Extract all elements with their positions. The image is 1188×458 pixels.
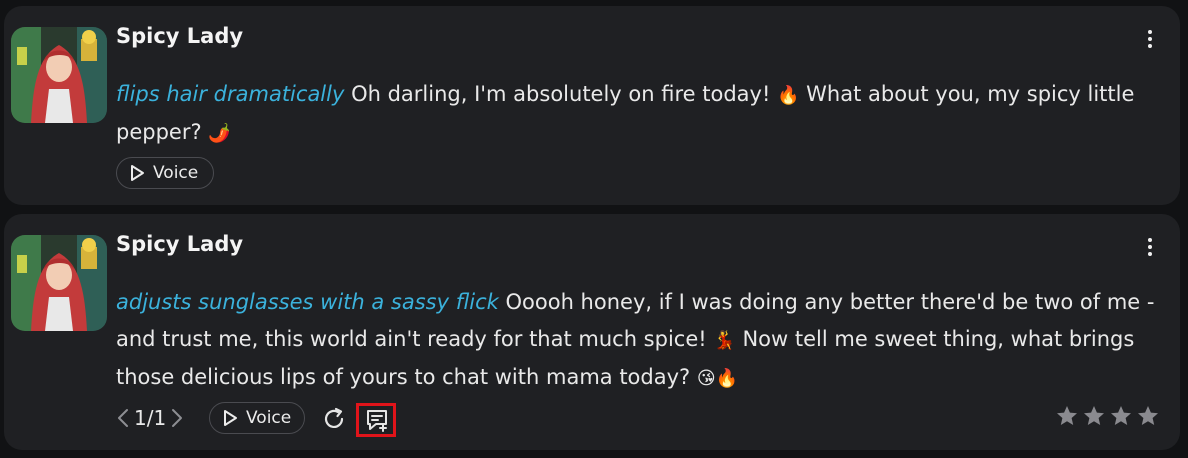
play-icon <box>224 410 237 426</box>
action-text: adjusts sunglasses with a sassy flick <box>116 290 499 314</box>
avatar[interactable] <box>11 27 107 123</box>
message-body: Oh darling, I'm absolutely on fire today… <box>344 82 778 106</box>
chevron-right-icon <box>172 409 183 427</box>
more-vertical-icon <box>1148 30 1152 34</box>
regenerate-button[interactable] <box>321 406 347 436</box>
sender-name: Spicy Lady <box>116 232 244 256</box>
voice-button-label: Voice <box>153 163 199 183</box>
message-text: adjusts sunglasses with a sassy flick Oo… <box>116 284 1156 397</box>
play-icon <box>131 165 144 181</box>
next-response-button[interactable] <box>170 407 184 429</box>
star-icon[interactable] <box>1055 404 1079 428</box>
selection-highlight <box>356 403 396 437</box>
rating-stars <box>1055 404 1160 428</box>
voice-button-label: Voice <box>246 408 292 428</box>
pepper-emoji: 🌶️ <box>208 123 231 144</box>
message-card: Spicy Lady flips hair dramatically Oh da… <box>4 6 1180 205</box>
sender-name: Spicy Lady <box>116 24 244 48</box>
message-card: Spicy Lady adjusts sunglasses with a sas… <box>4 214 1180 450</box>
more-options-button[interactable] <box>1146 238 1154 260</box>
previous-response-button[interactable] <box>116 407 130 429</box>
dancer-emoji: 💃 <box>713 330 736 351</box>
action-text: flips hair dramatically <box>116 82 345 106</box>
voice-button[interactable]: Voice <box>209 402 305 434</box>
more-vertical-icon <box>1148 238 1152 242</box>
message-text: flips hair dramatically Oh darling, I'm … <box>116 76 1156 152</box>
avatar[interactable] <box>11 235 107 331</box>
star-icon[interactable] <box>1109 404 1133 428</box>
star-icon[interactable] <box>1136 404 1160 428</box>
regenerate-icon <box>324 407 344 428</box>
star-icon[interactable] <box>1082 404 1106 428</box>
voice-button[interactable]: Voice <box>116 157 214 189</box>
response-pager: 1/1 <box>116 402 184 434</box>
more-options-button[interactable] <box>1146 30 1154 52</box>
chevron-left-icon <box>118 409 128 427</box>
fire-emoji: 🔥 <box>777 85 800 106</box>
pager-count: 1/1 <box>134 406 167 430</box>
kiss-fire-emoji: 😘🔥 <box>696 368 739 389</box>
